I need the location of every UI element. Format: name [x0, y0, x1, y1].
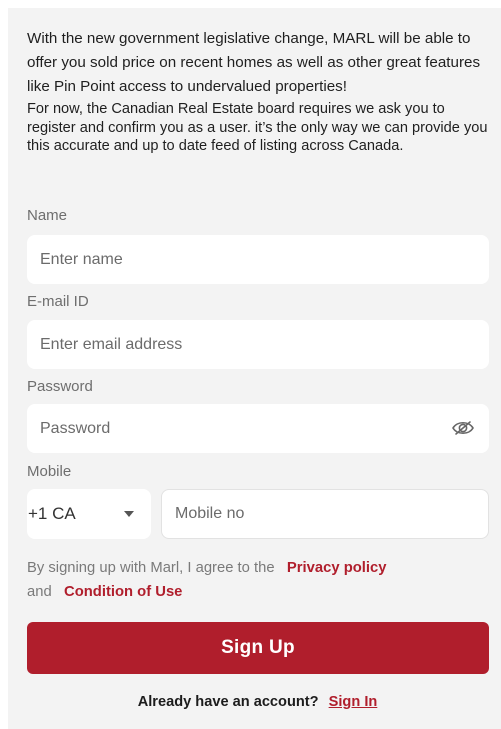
name-label: Name [27, 207, 68, 224]
password-field-box [27, 404, 489, 453]
terms-text: By signing up with Marl, I agree to the … [27, 556, 487, 604]
condition-of-use-link[interactable]: Condition of Use [64, 584, 182, 600]
sign-in-link[interactable]: Sign In [329, 694, 378, 710]
notice-intro: With the new government legislative chan… [27, 30, 481, 95]
name-input[interactable] [40, 235, 489, 284]
terms-conjunction: and [27, 584, 52, 600]
eye-off-icon[interactable] [451, 418, 475, 438]
mobile-field-box [161, 489, 489, 539]
privacy-policy-link[interactable]: Privacy policy [287, 560, 387, 576]
legislative-notice: With the new government legislative chan… [27, 27, 491, 156]
terms-prefix: By signing up with Marl, I agree to the [27, 560, 275, 576]
signup-screen: With the new government legislative chan… [0, 0, 501, 729]
mobile-input[interactable] [175, 490, 488, 538]
password-label: Password [27, 378, 93, 395]
mobile-label: Mobile [27, 463, 72, 480]
name-field-box [27, 235, 489, 284]
country-code-select[interactable]: +1 CA [27, 489, 151, 539]
email-field-box [27, 320, 489, 369]
notice-requirement: For now, the Canadian Real Estate board … [27, 101, 488, 154]
email-label: E-mail ID [27, 293, 89, 310]
country-code-value: +1 CA [28, 504, 76, 523]
have-account-text: Already have an account? [137, 694, 319, 710]
eye-off-icon-graphic [452, 421, 474, 435]
chevron-down-icon [124, 511, 134, 517]
email-input[interactable] [40, 320, 489, 369]
sign-up-button[interactable]: Sign Up [27, 622, 489, 674]
signin-row: Already have an account? Sign In [0, 694, 501, 710]
password-input[interactable] [40, 404, 489, 453]
